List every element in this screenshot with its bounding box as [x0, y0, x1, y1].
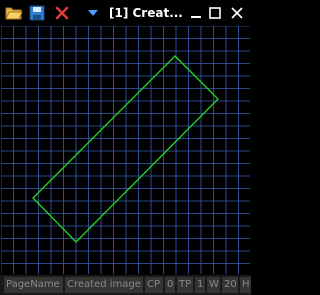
status-tp-value: 1: [195, 277, 205, 293]
status-cp-label: CP: [145, 277, 163, 293]
canvas-grid-svg: [0, 25, 250, 274]
status-image-state: Created image: [65, 277, 143, 293]
status-h-label: H: [240, 277, 251, 293]
status-cp-value: 0: [165, 277, 175, 293]
drawing-canvas[interactable]: [0, 25, 250, 274]
green-rectangle-shape[interactable]: [32, 55, 219, 243]
folder-open-icon[interactable]: [4, 3, 24, 23]
status-page-name: PageName: [4, 277, 63, 293]
grid-lines: [0, 25, 250, 274]
close-red-icon[interactable]: [52, 3, 72, 23]
dropdown-arrow-icon[interactable]: [83, 3, 103, 23]
status-bar: PageName Created image CP 0 TP 1 W 20 H: [0, 275, 251, 295]
status-w-value: 20: [222, 277, 238, 293]
window-title: [1] Creat...: [109, 6, 183, 20]
status-w-label: W: [207, 277, 220, 293]
minimize-icon[interactable]: [187, 3, 205, 23]
title-bar: [1] Creat...: [0, 0, 251, 26]
save-icon[interactable]: [27, 3, 47, 23]
maximize-icon[interactable]: [206, 3, 224, 23]
status-tp-label: TP: [177, 277, 193, 293]
close-icon[interactable]: [228, 3, 246, 23]
